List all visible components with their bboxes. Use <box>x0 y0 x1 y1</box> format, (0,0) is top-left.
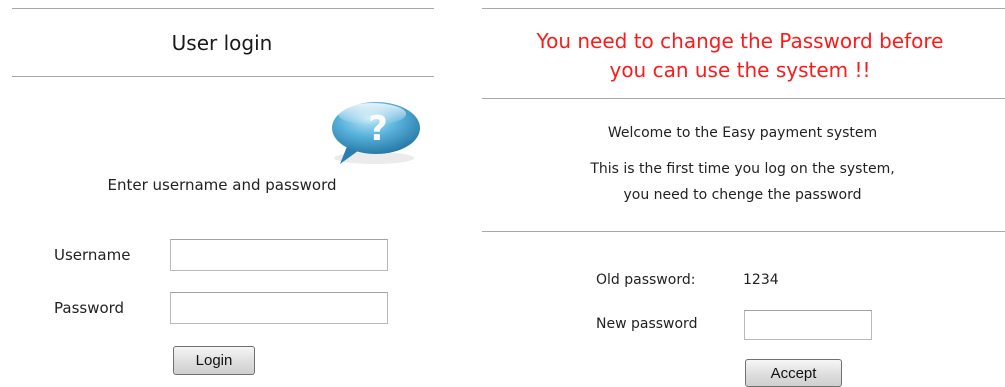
password-label: Password <box>54 299 125 317</box>
title-divider <box>12 76 434 77</box>
login-button[interactable]: Login <box>173 346 255 375</box>
question-bubble-icon: ? <box>332 102 420 164</box>
top-divider <box>482 8 1005 9</box>
password-input[interactable] <box>170 292 388 324</box>
welcome-text: Welcome to the Easy payment system <box>607 125 878 141</box>
page-title: User login <box>171 31 273 55</box>
warning-message-line2: you can use the system !! <box>609 58 871 82</box>
top-divider <box>12 8 434 9</box>
username-label: Username <box>54 246 131 264</box>
new-password-input[interactable] <box>744 310 872 340</box>
new-password-label: New password <box>596 316 698 332</box>
first-time-text-line1: This is the first time you log on the sy… <box>590 161 895 177</box>
message-divider <box>482 231 1005 232</box>
old-password-label: Old password: <box>596 272 696 288</box>
first-time-text-line2: you need to chenge the password <box>623 187 862 203</box>
accept-button[interactable]: Accept <box>745 359 842 387</box>
old-password-value: 1234 <box>743 272 779 288</box>
username-input[interactable] <box>170 239 388 271</box>
svg-text:?: ? <box>368 109 388 149</box>
warning-divider <box>482 98 1005 99</box>
login-instructions: Enter username and password <box>107 176 337 194</box>
warning-message-line1: You need to change the Password before <box>536 29 944 53</box>
